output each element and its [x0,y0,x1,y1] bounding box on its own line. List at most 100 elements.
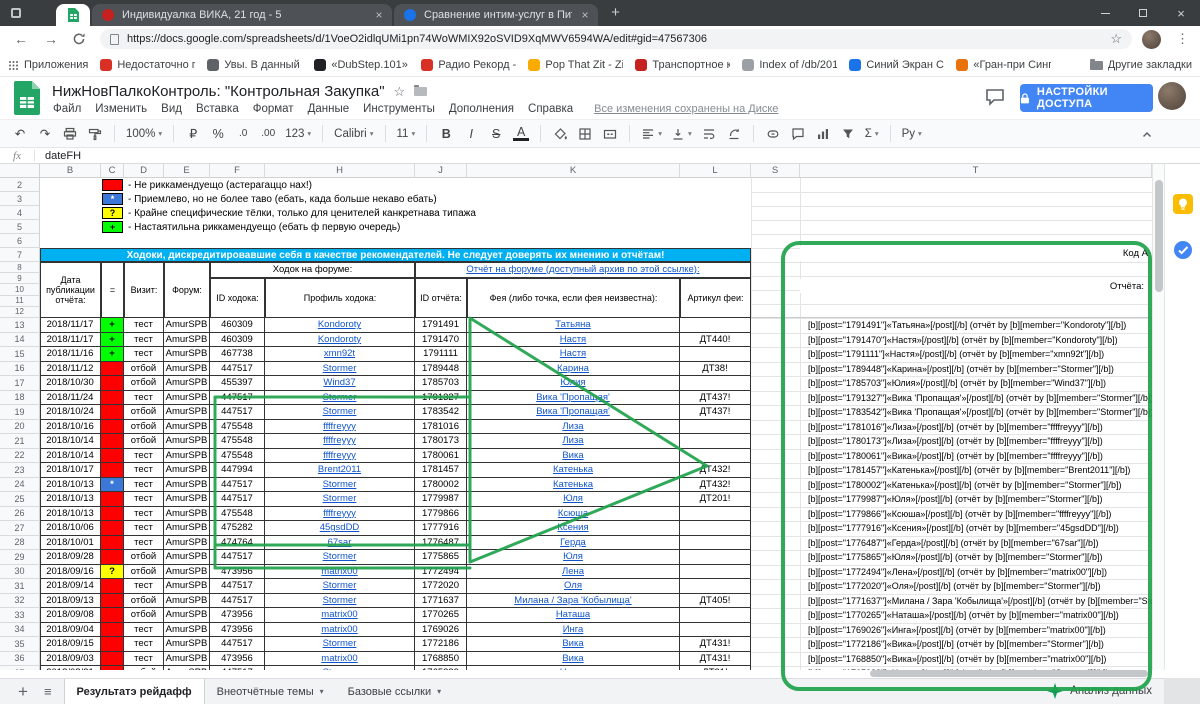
cell-walker-id[interactable]: 475548 [210,434,265,449]
cell-date[interactable]: 2018/08/31 [40,666,101,670]
close-button[interactable]: × [1162,0,1200,26]
row-header-17[interactable]: 17 [0,376,40,391]
cell-walker-id[interactable]: 447517 [210,362,265,377]
cell-artikul[interactable]: ДТ31! [680,666,751,670]
cell-walker-id[interactable]: 467738 [210,347,265,362]
row-header-23[interactable]: 23 [0,463,40,478]
cell-date[interactable]: 2018/10/17 [40,463,101,478]
cell-profile-link[interactable]: ffffreyyy [265,420,415,435]
column-header-T[interactable]: T [800,164,1152,178]
cell-visit[interactable]: тест [124,521,164,536]
cell-date[interactable]: 2018/09/13 [40,594,101,609]
cell-forum[interactable]: AmurSPB [164,594,210,609]
column-header-C[interactable]: C [101,164,124,178]
tasks-icon[interactable] [1173,240,1193,260]
input-tools-dropdown[interactable]: Ру▾ [902,128,922,140]
cell-visit[interactable]: тест [124,463,164,478]
sheet-tab[interactable]: Базовые ссылки▾ [336,679,453,704]
cell-forum[interactable]: AmurSPB [164,652,210,667]
cell-visit[interactable]: тест [124,391,164,406]
cell-date[interactable]: 2018/10/16 [40,420,101,435]
cell-forum[interactable]: AmurSPB [164,318,210,333]
percent-format-icon[interactable]: % [210,127,226,141]
strikethrough-icon[interactable]: S [488,127,504,141]
cell-visit[interactable]: тест [124,637,164,652]
cell-mark[interactable] [101,579,124,594]
cell-visit[interactable]: отбой [124,594,164,609]
cell-visit[interactable]: тест [124,536,164,551]
row-header-6[interactable]: 6 [0,234,40,248]
cell-forum[interactable]: AmurSPB [164,623,210,638]
cell-profile-link[interactable]: Stormer [265,550,415,565]
cell-bbcode[interactable]: [b][post="1777916"]«Ксения»[/post][/b] (… [804,521,1152,536]
cell-forum[interactable]: AmurSPB [164,579,210,594]
row-header-31[interactable]: 31 [0,579,40,594]
filter-icon[interactable] [840,127,856,141]
row-header-27[interactable]: 27 [0,521,40,536]
cell-date[interactable]: 2018/09/04 [40,623,101,638]
cell-feya-link[interactable]: Милана / Зара 'Кобылища' [467,594,680,609]
cell-walker-id[interactable]: 475548 [210,507,265,522]
header-walker-profile[interactable]: Профиль ходока: [265,278,415,318]
insert-comment-icon[interactable] [790,127,806,141]
tab-close-icon[interactable]: × [372,8,386,22]
cell-forum[interactable]: AmurSPB [164,362,210,377]
row-header-26[interactable]: 26 [0,507,40,522]
cell-artikul[interactable] [680,579,751,594]
scrollbar-thumb[interactable] [1155,180,1163,292]
print-icon[interactable] [62,127,78,141]
back-icon[interactable]: ← [12,31,30,47]
cell-bbcode[interactable]: [b][post="1789448"]«Карина»[/post][/b] (… [804,362,1152,377]
cell-bbcode[interactable]: [b][post="1779866"]«Ксюша»[/post][/b] (о… [804,507,1152,522]
cell-walker-id[interactable]: 475548 [210,449,265,464]
cell-profile-link[interactable]: Stormer [265,478,415,493]
cell-forum[interactable]: AmurSPB [164,637,210,652]
cell-bbcode[interactable]: [b][post="1781457"]«Катенька»[/post][/b]… [804,463,1152,478]
select-all-corner[interactable] [0,164,40,178]
bookmark-item[interactable]: Недостаточно памя [100,59,195,71]
row-header-25[interactable]: 25 [0,492,40,507]
cell-walker-id[interactable]: 447994 [210,463,265,478]
column-header-J[interactable]: J [415,164,467,178]
cell-feya-link[interactable]: Лиза [467,434,680,449]
cell-artikul[interactable]: ДТ431! [680,637,751,652]
new-tab-button[interactable]: + [608,6,623,21]
cell-date[interactable]: 2018/11/16 [40,347,101,362]
header-report-id[interactable]: ID отчёта: [415,278,467,318]
cell-profile-link[interactable]: ffffreyyy [265,434,415,449]
cell-visit[interactable]: тест [124,623,164,638]
minimize-button[interactable] [1086,0,1124,26]
header-report-group[interactable]: Отчёт на форуме (доступный архив по этой… [415,262,751,278]
cell-profile-link[interactable]: matrix00 [265,608,415,623]
bold-icon[interactable]: B [438,127,454,141]
paint-format-icon[interactable] [87,127,103,141]
row-header-21[interactable]: 21 [0,434,40,449]
row-header-34[interactable]: 34 [0,623,40,638]
cell-walker-id[interactable]: 447517 [210,391,265,406]
vertical-scrollbar[interactable] [1152,164,1164,670]
cell-date[interactable]: 2018/10/13 [40,492,101,507]
cell-artikul[interactable] [680,376,751,391]
formula-input[interactable]: dateFH [45,150,81,162]
cell-profile-link[interactable]: Stormer [265,637,415,652]
cell-feya-link[interactable]: Настя [467,347,680,362]
bookmark-item[interactable]: «DubStep.101» - С к [314,59,409,71]
cell-artikul[interactable]: ДТ432! [680,478,751,493]
cell-visit[interactable]: отбой [124,376,164,391]
row-header-8[interactable]: 8 [0,262,40,273]
cell-artikul[interactable]: ДТ440! [680,333,751,348]
vertical-align-dropdown[interactable]: ▾ [671,127,692,141]
cell-visit[interactable]: отбой [124,608,164,623]
menu-item[interactable]: Дополнения [442,103,521,115]
row-header-4[interactable]: 4 [0,206,40,220]
row-header-18[interactable]: 18 [0,391,40,406]
increase-decimal-icon[interactable]: .00 [260,128,276,139]
cell-mark[interactable] [101,463,124,478]
cell-report-id[interactable]: 1779866 [415,507,467,522]
cell-report-id[interactable]: 1765339 [415,666,467,670]
cell-profile-link[interactable]: Kondoroty [265,333,415,348]
row-header-35[interactable]: 35 [0,637,40,652]
cell-report-id[interactable]: 1772020 [415,579,467,594]
cell-feya-link[interactable]: Вика [467,652,680,667]
cell-bbcode[interactable]: [b][post="1780002"]«Катенька»[/post][/b]… [804,478,1152,493]
